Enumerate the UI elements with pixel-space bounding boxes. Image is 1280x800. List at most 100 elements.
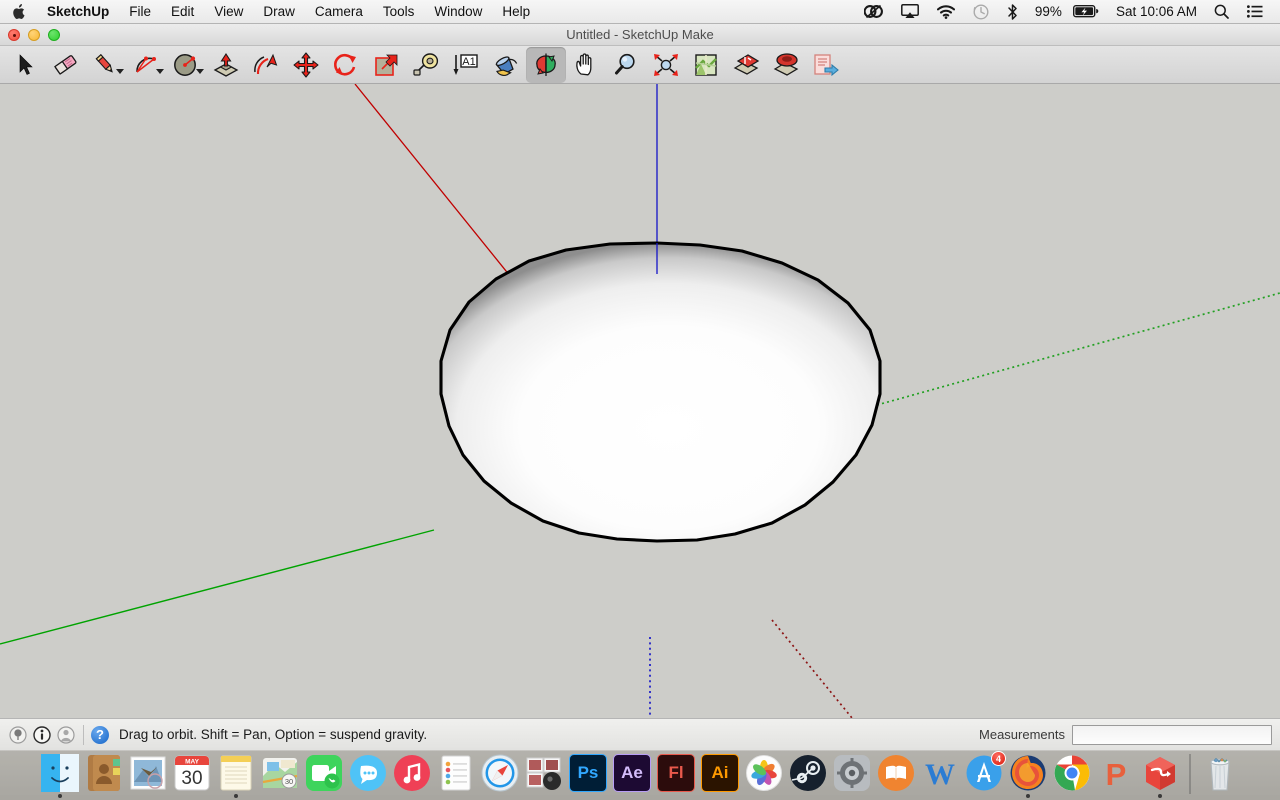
apple-logo-icon[interactable] <box>0 3 37 20</box>
bluetooth-icon[interactable] <box>998 0 1027 23</box>
system-preferences-icon[interactable] <box>832 753 872 793</box>
firefox-icon[interactable] <box>1008 753 1048 793</box>
dock-item-maps[interactable]: 30 <box>259 753 301 798</box>
share-model-tool[interactable] <box>806 47 846 83</box>
minimize-button[interactable] <box>28 28 40 41</box>
illustrator-icon[interactable]: Ai <box>700 753 740 793</box>
dock-item-ibooks[interactable] <box>875 753 917 798</box>
steam-icon[interactable] <box>788 753 828 793</box>
dock-item-prezi[interactable]: P <box>1095 753 1137 798</box>
dock-item-facetime[interactable] <box>303 753 345 798</box>
chevron-down-icon[interactable] <box>116 68 124 74</box>
spotlight-search-icon[interactable] <box>1205 0 1238 23</box>
flash-icon[interactable]: Fl <box>656 753 696 793</box>
move-tool[interactable] <box>286 47 326 83</box>
creative-cloud-icon[interactable] <box>855 0 892 23</box>
toggle-terrain-tool[interactable] <box>726 47 766 83</box>
arc-tool[interactable] <box>126 47 166 83</box>
dock-item-app-store[interactable]: 4 <box>963 751 1006 798</box>
safari-icon[interactable] <box>480 753 520 793</box>
sketchup-3d-viewport[interactable] <box>0 84 1280 718</box>
dock-item-itunes[interactable] <box>391 753 433 798</box>
chevron-down-icon[interactable] <box>196 68 204 74</box>
chevron-down-icon[interactable] <box>156 68 164 74</box>
photos-icon[interactable] <box>744 753 784 793</box>
facetime-icon[interactable] <box>304 753 344 793</box>
menu-draw[interactable]: Draw <box>253 0 305 23</box>
photo-booth-icon[interactable] <box>524 753 564 793</box>
follow-me-tool[interactable] <box>246 47 286 83</box>
dock-item-reminders[interactable] <box>435 753 477 798</box>
dock-item-after-effects[interactable]: Ae <box>611 753 653 798</box>
prezi-icon[interactable]: P <box>1096 753 1136 793</box>
dock-item-mail[interactable] <box>127 753 169 798</box>
tape-measure-tool[interactable] <box>406 47 446 83</box>
dock-item-messages[interactable] <box>347 753 389 798</box>
dock-item-trash[interactable] <box>1199 753 1241 798</box>
person-icon[interactable] <box>56 725 76 745</box>
info-icon[interactable] <box>32 725 52 745</box>
dock-item-word[interactable]: W <box>919 753 961 798</box>
messages-icon[interactable] <box>348 753 388 793</box>
dock-item-finder[interactable] <box>39 753 81 798</box>
sketchup-icon[interactable] <box>1140 753 1180 793</box>
dock-item-sketchup[interactable] <box>1139 753 1181 798</box>
select-tool[interactable] <box>6 47 46 83</box>
rotate-tool[interactable] <box>326 47 366 83</box>
menu-camera[interactable]: Camera <box>305 0 373 23</box>
notification-center-icon[interactable] <box>1238 0 1272 23</box>
wifi-icon[interactable] <box>928 0 964 23</box>
finder-icon[interactable] <box>40 753 80 793</box>
circle-tool[interactable] <box>166 47 206 83</box>
dock-item-safari[interactable] <box>479 753 521 798</box>
photo-texture-tool[interactable] <box>766 47 806 83</box>
zoom-button[interactable] <box>48 28 60 41</box>
dock-item-illustrator[interactable]: Ai <box>699 753 741 798</box>
menu-help[interactable]: Help <box>492 0 540 23</box>
trash-icon[interactable] <box>1200 753 1240 793</box>
airplay-icon[interactable] <box>892 0 928 23</box>
mail-icon[interactable] <box>128 753 168 793</box>
help-icon[interactable]: ? <box>91 725 109 744</box>
itunes-icon[interactable] <box>392 753 432 793</box>
add-location-tool[interactable] <box>686 47 726 83</box>
menu-file[interactable]: File <box>119 0 161 23</box>
dock-item-photo-booth[interactable] <box>523 753 565 798</box>
after-effects-icon[interactable]: Ae <box>612 753 652 793</box>
dimension-tool[interactable]: A1 <box>446 47 486 83</box>
photoshop-icon[interactable]: Ps <box>568 753 608 793</box>
line-tool[interactable] <box>86 47 126 83</box>
notes-icon[interactable] <box>216 753 256 793</box>
dock-item-calendar[interactable]: MAY 30 <box>171 753 213 798</box>
dock-item-contacts[interactable] <box>83 753 125 798</box>
calendar-icon[interactable]: MAY 30 <box>172 753 212 793</box>
close-button[interactable] <box>8 28 20 41</box>
word-icon[interactable]: W <box>920 753 960 793</box>
menu-edit[interactable]: Edit <box>161 0 204 23</box>
zoom-extents-tool[interactable] <box>646 47 686 83</box>
dock-item-steam[interactable] <box>787 753 829 798</box>
menu-tools[interactable]: Tools <box>373 0 425 23</box>
scale-tool[interactable] <box>366 47 406 83</box>
push-pull-tool[interactable] <box>206 47 246 83</box>
dock-item-notes[interactable] <box>215 753 257 798</box>
pan-tool[interactable] <box>566 47 606 83</box>
dock-item-photoshop[interactable]: Ps <box>567 753 609 798</box>
dock-item-system-preferences[interactable] <box>831 753 873 798</box>
chrome-icon[interactable] <box>1052 753 1092 793</box>
dock-item-chrome[interactable] <box>1051 753 1093 798</box>
ibooks-icon[interactable] <box>876 753 916 793</box>
zoom-tool[interactable] <box>606 47 646 83</box>
maps-icon[interactable]: 30 <box>260 753 300 793</box>
reminders-icon[interactable] <box>436 753 476 793</box>
geo-location-icon[interactable] <box>8 725 28 745</box>
dock-item-firefox[interactable] <box>1007 753 1049 798</box>
menu-app-name[interactable]: SketchUp <box>37 0 119 23</box>
measurements-input[interactable] <box>1072 724 1272 745</box>
contacts-icon[interactable] <box>84 753 124 793</box>
eraser-tool[interactable] <box>46 47 86 83</box>
paint-bucket-tool[interactable] <box>486 47 526 83</box>
dock-item-flash[interactable]: Fl <box>655 753 697 798</box>
orbit-tool[interactable] <box>526 46 566 83</box>
menu-window[interactable]: Window <box>424 0 492 23</box>
